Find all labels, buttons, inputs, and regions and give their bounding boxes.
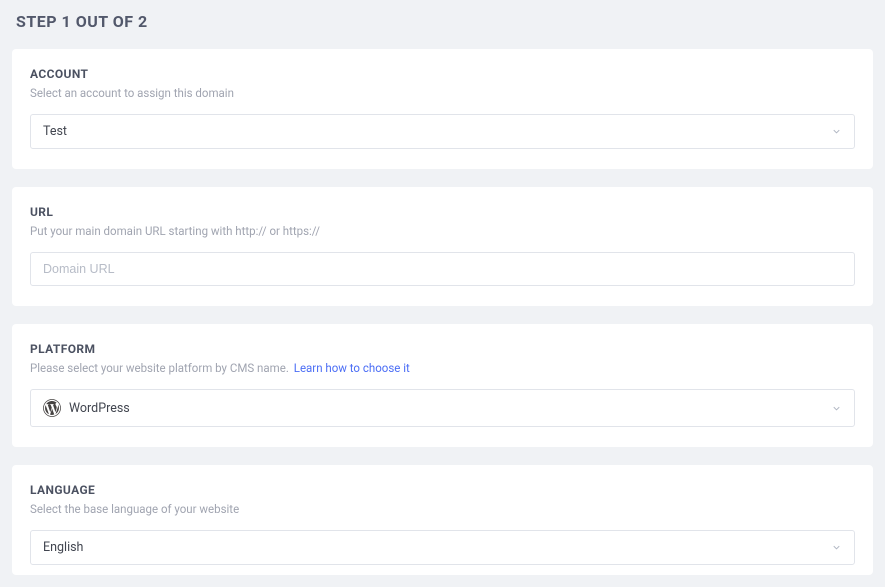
chevron-down-icon [830,126,842,138]
chevron-down-icon [830,402,842,414]
url-desc: Put your main domain URL starting with h… [30,224,855,238]
chevron-down-icon [830,542,842,554]
url-label: URL [30,205,855,219]
platform-select[interactable]: WordPress [30,389,855,427]
platform-desc: Please select your website platform by C… [30,361,289,375]
platform-card: PLATFORM Please select your website plat… [12,324,873,447]
language-desc: Select the base language of your website [30,502,855,516]
url-card: URL Put your main domain URL starting wi… [12,187,873,306]
language-select[interactable]: English [30,530,855,565]
url-input[interactable] [30,252,855,286]
step-title: STEP 1 OUT OF 2 [12,12,873,31]
account-desc: Select an account to assign this domain [30,86,855,100]
platform-desc-wrap: Please select your website platform by C… [30,361,855,375]
language-label: LANGUAGE [30,483,855,497]
wordpress-icon [43,399,61,417]
account-card: ACCOUNT Select an account to assign this… [12,49,873,169]
platform-learn-link[interactable]: Learn how to choose it [294,361,410,375]
account-select-value: Test [43,124,67,139]
language-card: LANGUAGE Select the base language of you… [12,465,873,575]
account-label: ACCOUNT [30,67,855,81]
account-select[interactable]: Test [30,114,855,149]
language-select-value: English [43,540,83,555]
platform-select-value: WordPress [69,401,130,416]
platform-label: PLATFORM [30,342,855,356]
